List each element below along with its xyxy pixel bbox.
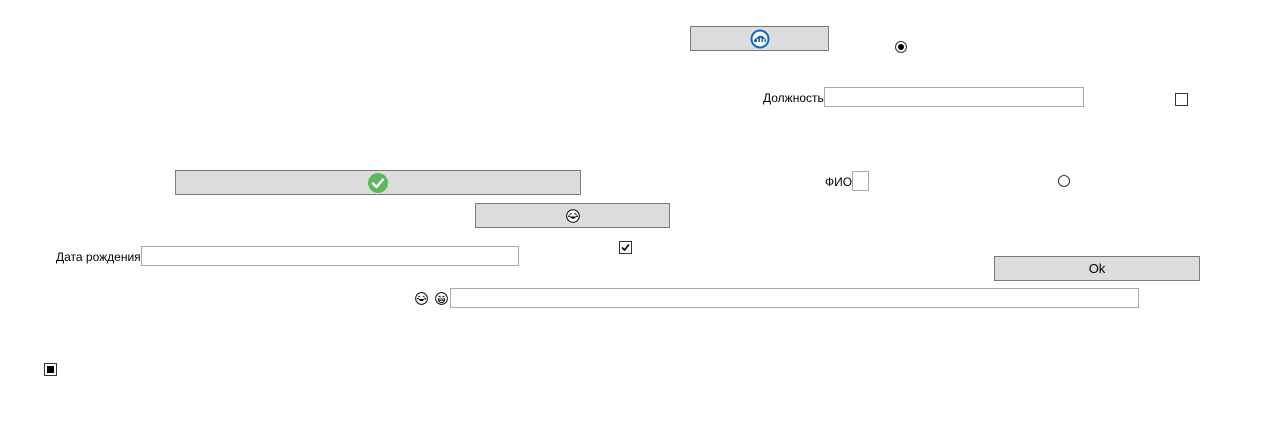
fio-label: ФИО — [825, 175, 853, 189]
cloud-icon — [750, 29, 770, 49]
checkbox-bottom[interactable] — [44, 363, 57, 376]
radio-option-mid[interactable] — [1058, 175, 1070, 187]
checkbox-right[interactable] — [1175, 93, 1188, 106]
laughing-face-icon — [565, 208, 580, 223]
checkbox-mid[interactable] — [619, 241, 632, 254]
emoji-button[interactable] — [475, 203, 670, 228]
ok-button[interactable]: Ok — [994, 256, 1200, 281]
position-label: Должность — [763, 91, 824, 105]
birth-date-field[interactable] — [141, 246, 519, 266]
checkmark-icon — [621, 243, 630, 252]
confirm-button[interactable] — [175, 170, 581, 195]
grinning-face-icon — [435, 292, 448, 305]
position-field[interactable] — [824, 87, 1084, 107]
cloud-button[interactable] — [690, 26, 829, 51]
check-circle-icon — [368, 172, 388, 193]
fio-field[interactable] — [852, 171, 869, 191]
indeterminate-mark — [47, 366, 54, 373]
radio-dot — [898, 44, 904, 50]
laughing-face-icon — [415, 292, 428, 305]
birth-date-label: Дата рождения — [56, 250, 141, 264]
emoji-text-field[interactable] — [450, 288, 1139, 308]
radio-option-top[interactable] — [895, 41, 907, 53]
